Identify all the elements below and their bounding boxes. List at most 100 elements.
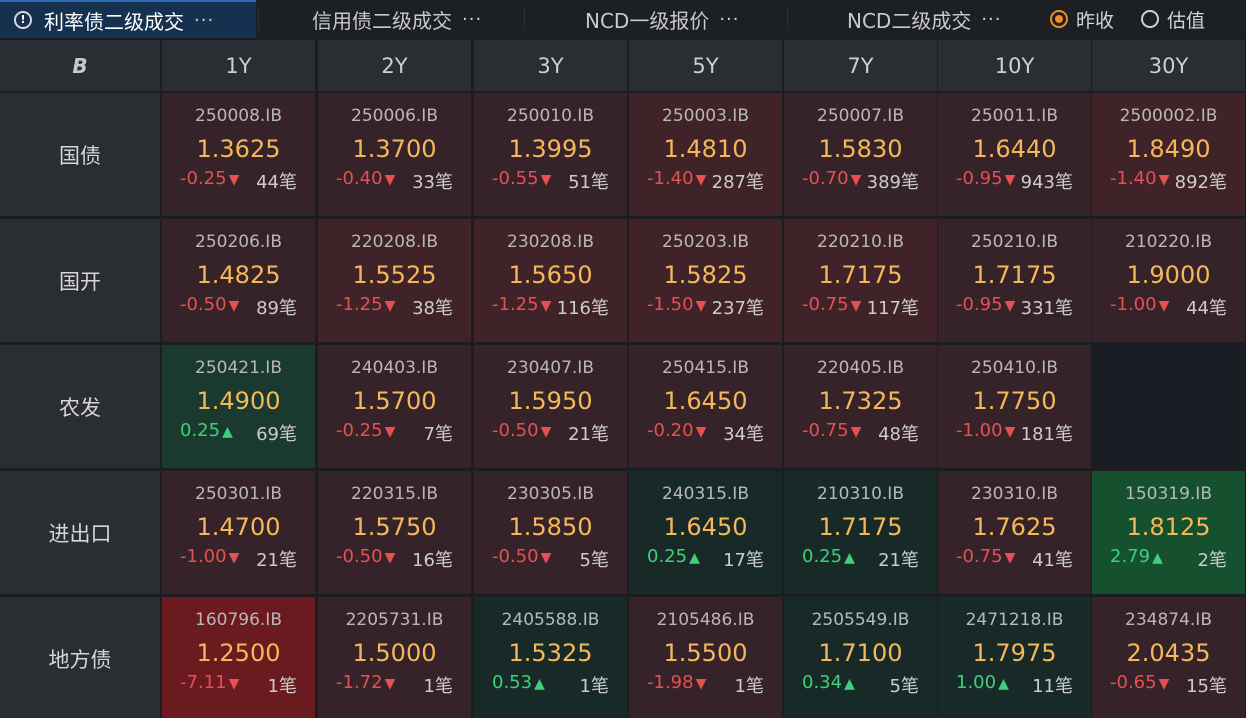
bond-cell[interactable]: 230310.IB 1.7625 -0.75 ▼ 41笔	[938, 471, 1091, 594]
bond-cell[interactable]: 150319.IB 1.8125 2.79 ▲ 2笔	[1092, 471, 1245, 594]
bond-cell[interactable]: 2205731.IB 1.5000 -1.72 ▼ 1笔	[318, 597, 471, 718]
more-icon[interactable]: ···	[719, 9, 739, 30]
tab-ncd-primary[interactable]: NCD一级报价 ···	[585, 0, 740, 38]
tenor-header-30y[interactable]: 30Y	[1092, 40, 1245, 91]
change-value: -0.20	[647, 420, 694, 441]
bond-cell[interactable]: 250010.IB 1.3995 -0.55 ▼ 51笔	[474, 93, 627, 216]
bond-yield: 1.7750	[972, 387, 1057, 415]
bond-code: 250301.IB	[195, 484, 282, 504]
bond-cell[interactable]: 2405588.IB 1.5325 0.53 ▲ 1笔	[474, 597, 627, 718]
cell-footer: -0.95 ▼ 943笔	[938, 168, 1091, 194]
tenor-header-5y[interactable]: 5Y	[629, 40, 782, 91]
cell-footer: -0.70 ▼ 389笔	[784, 168, 937, 194]
bond-cell[interactable]: 160796.IB 1.2500 -7.11 ▼ 1笔	[162, 597, 315, 718]
tenor-header-row: B 1Y 2Y 3Y 5Y 7Y 10Y 30Y	[0, 40, 1246, 91]
tenor-header-7y[interactable]: 7Y	[784, 40, 937, 91]
trade-count: 33笔	[412, 172, 453, 193]
bond-cell[interactable]: 240315.IB 1.6450 0.25 ▲ 17笔	[629, 471, 782, 594]
radio-valuation[interactable]: 估值	[1141, 5, 1205, 33]
bond-cell[interactable]: 250210.IB 1.7175 -0.95 ▼ 331笔	[938, 219, 1091, 342]
change-value: -7.11	[180, 672, 227, 693]
change-value: -0.50	[336, 546, 383, 567]
bond-cell[interactable]: 250410.IB 1.7750 -1.00 ▼ 181笔	[938, 345, 1091, 468]
bond-cell[interactable]: 220208.IB 1.5525 -1.25 ▼ 38笔	[318, 219, 471, 342]
arrow-down-icon: ▼	[384, 172, 396, 188]
bond-code: 250206.IB	[195, 232, 282, 252]
bond-cell[interactable]: 250003.IB 1.4810 -1.40 ▼ 287笔	[629, 93, 782, 216]
bond-cell[interactable]: 2505549.IB 1.7100 0.34 ▲ 5笔	[784, 597, 937, 718]
more-icon[interactable]: ···	[194, 10, 214, 31]
bond-cell[interactable]: 250206.IB 1.4825 -0.50 ▼ 89笔	[162, 219, 315, 342]
bond-cell[interactable]: 250421.IB 1.4900 0.25 ▲ 69笔	[162, 345, 315, 468]
bond-cell[interactable]: 250415.IB 1.6450 -0.20 ▼ 34笔	[629, 345, 782, 468]
trade-count: 21笔	[878, 550, 919, 571]
change-value: 0.53	[492, 672, 533, 693]
row-label: 农发	[0, 345, 160, 468]
more-icon[interactable]: ···	[981, 9, 1001, 30]
trade-count: 116笔	[556, 298, 609, 319]
tab-divider	[787, 8, 788, 30]
change-value: 0.25	[180, 420, 221, 441]
bond-yield: 1.6440	[972, 135, 1057, 163]
yield-change: -0.50 ▼	[492, 546, 551, 572]
tenor-header-10y[interactable]: 10Y	[938, 40, 1091, 91]
cell-footer: -0.55 ▼ 51笔	[474, 168, 627, 194]
bond-cell[interactable]: 2471218.IB 1.7975 1.00 ▲ 11笔	[938, 597, 1091, 718]
change-value: -1.00	[180, 546, 227, 567]
cell-footer: -0.50 ▼ 5笔	[474, 546, 627, 572]
cell-footer: -1.25 ▼ 116笔	[474, 294, 627, 320]
change-value: 0.34	[802, 672, 843, 693]
bond-cell[interactable]: 250011.IB 1.6440 -0.95 ▼ 943笔	[938, 93, 1091, 216]
bond-cell[interactable]: 250007.IB 1.5830 -0.70 ▼ 389笔	[784, 93, 937, 216]
arrow-up-icon: ▲	[844, 676, 855, 692]
tenor-header-2y[interactable]: 2Y	[318, 40, 471, 91]
cell-footer: -0.50 ▼ 89笔	[162, 294, 315, 320]
bond-cell[interactable]: 220315.IB 1.5750 -0.50 ▼ 16笔	[318, 471, 471, 594]
yield-change: -0.25 ▼	[336, 420, 395, 446]
bond-cell[interactable]: 210310.IB 1.7175 0.25 ▲ 21笔	[784, 471, 937, 594]
cell-footer: -0.40 ▼ 33笔	[318, 168, 471, 194]
row-label: 地方债	[0, 597, 160, 718]
bond-cell[interactable]: 230305.IB 1.5850 -0.50 ▼ 5笔	[474, 471, 627, 594]
change-value: -1.98	[647, 672, 694, 693]
radio-prev-close[interactable]: 昨收	[1050, 5, 1114, 33]
yield-change: -0.70 ▼	[802, 168, 861, 194]
bond-cell[interactable]: 220405.IB 1.7325 -0.75 ▼ 48笔	[784, 345, 937, 468]
tenor-header-1y[interactable]: 1Y	[162, 40, 315, 91]
tab-label: 利率债二级成交	[44, 9, 184, 34]
bond-cell[interactable]: 230208.IB 1.5650 -1.25 ▼ 116笔	[474, 219, 627, 342]
trade-count: 41笔	[1032, 550, 1073, 571]
bond-cell[interactable]: 230407.IB 1.5950 -0.50 ▼ 21笔	[474, 345, 627, 468]
bond-cell[interactable]: 2105486.IB 1.5500 -1.98 ▼ 1笔	[629, 597, 782, 718]
arrow-down-icon: ▼	[1004, 298, 1016, 314]
bond-cell[interactable]: 250008.IB 1.3625 -0.25 ▼ 44笔	[162, 93, 315, 216]
tenor-header-3y[interactable]: 3Y	[474, 40, 627, 91]
bond-code: 2471218.IB	[965, 610, 1064, 630]
bond-cell[interactable]: 250006.IB 1.3700 -0.40 ▼ 33笔	[318, 93, 471, 216]
bond-cell[interactable]: 2500002.IB 1.8490 -1.40 ▼ 892笔	[1092, 93, 1245, 216]
yield-change: -0.75 ▼	[802, 294, 861, 320]
arrow-down-icon: ▼	[850, 424, 862, 440]
bond-cell[interactable]: 234874.IB 2.0435 -0.65 ▼ 15笔	[1092, 597, 1245, 718]
cell-footer: 0.53 ▲ 1笔	[474, 672, 627, 698]
yield-change: -1.00 ▼	[180, 546, 239, 572]
trade-count: 1笔	[267, 676, 297, 697]
bond-cell[interactable]: 220210.IB 1.7175 -0.75 ▼ 117笔	[784, 219, 937, 342]
tab-label: NCD二级成交	[847, 8, 972, 33]
more-icon[interactable]: ···	[462, 9, 482, 30]
bond-cell[interactable]: 240403.IB 1.5700 -0.25 ▼ 7笔	[318, 345, 471, 468]
yield-change: 0.25 ▲	[802, 546, 855, 572]
tab-credit-secondary[interactable]: 信用债二级成交 ···	[312, 0, 482, 38]
tab-ncd-secondary[interactable]: NCD二级成交 ···	[847, 0, 1002, 38]
bond-cell[interactable]: 250203.IB 1.5825 -1.50 ▼ 237笔	[629, 219, 782, 342]
cell-footer: 1.00 ▲ 11笔	[938, 672, 1091, 698]
bond-cell[interactable]: 210220.IB 1.9000 -1.00 ▼ 44笔	[1092, 219, 1245, 342]
info-icon[interactable]: !	[14, 11, 32, 29]
tab-rates-secondary[interactable]: ! 利率债二级成交 ···	[0, 0, 256, 38]
bond-yield: 1.5950	[508, 387, 593, 415]
yield-change: -1.00 ▼	[956, 420, 1015, 446]
bond-cell[interactable]: 250301.IB 1.4700 -1.00 ▼ 21笔	[162, 471, 315, 594]
bond-yield: 1.4810	[663, 135, 748, 163]
yield-change: 0.25 ▲	[647, 546, 700, 572]
cell-footer: -0.20 ▼ 34笔	[629, 420, 782, 446]
